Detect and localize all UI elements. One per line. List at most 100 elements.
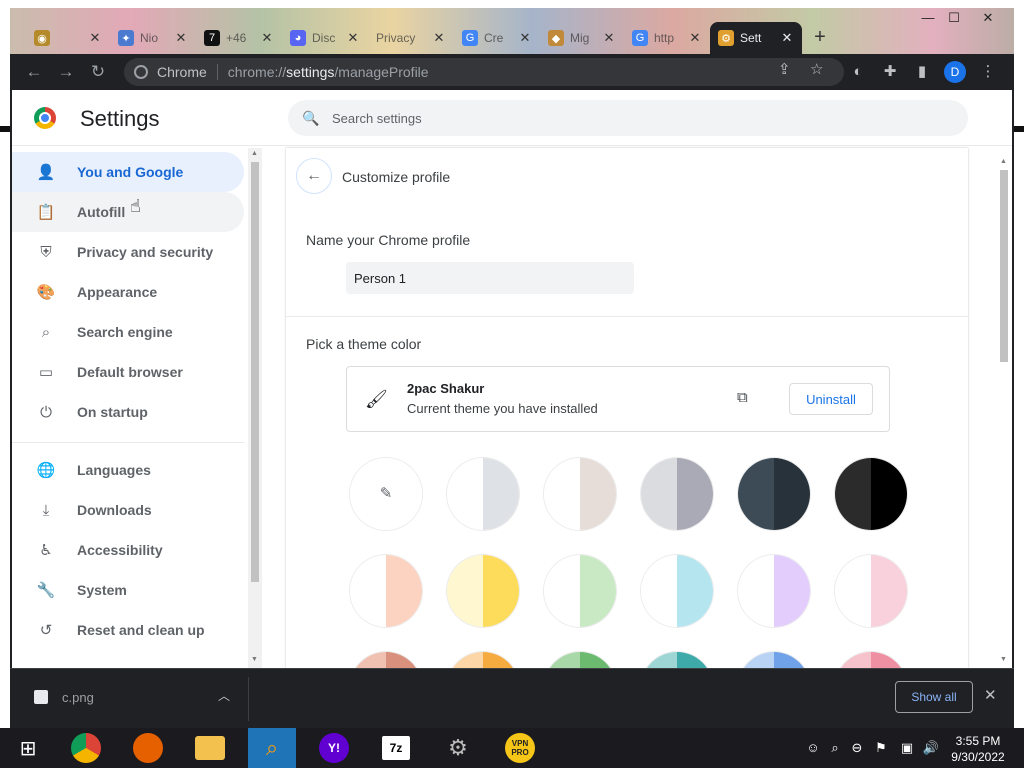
puzzle-extensions-icon[interactable]: ✚ xyxy=(880,62,900,82)
tab-settings-active[interactable]: ⚙ Sett ✕ xyxy=(710,22,802,54)
theme-color-swatch[interactable] xyxy=(447,652,519,668)
kebab-menu-icon[interactable]: ⋮ xyxy=(978,62,998,82)
sidebar-item-on-startup[interactable]: ⏻ On startup xyxy=(12,392,244,432)
theme-color-swatch[interactable] xyxy=(835,555,907,627)
scrollbar-thumb[interactable] xyxy=(251,162,259,582)
sidebar-item-autofill[interactable]: 📋 Autofill xyxy=(12,192,244,232)
close-tab-icon[interactable]: ✕ xyxy=(88,30,102,46)
forward-arrow-icon[interactable]: → xyxy=(54,60,78,84)
close-tab-icon[interactable]: ✕ xyxy=(518,30,532,46)
tab-4[interactable]: ◕ Disc ✕ xyxy=(282,22,368,54)
scroll-down-arrow-icon[interactable]: ▼ xyxy=(1000,656,1007,663)
uninstall-button[interactable]: Uninstall xyxy=(789,383,873,415)
taskbar-firefox[interactable] xyxy=(124,728,172,768)
theme-color-swatch[interactable] xyxy=(835,458,907,530)
close-icon[interactable]: ✕ xyxy=(984,686,997,704)
theme-color-swatch[interactable] xyxy=(447,458,519,530)
power-icon: ⏻ xyxy=(40,403,52,421)
open-in-new-icon[interactable]: ⧉ xyxy=(737,389,748,406)
close-tab-icon[interactable]: ✕ xyxy=(780,30,794,46)
tab-2[interactable]: ✦ Nio ✕ xyxy=(110,22,196,54)
theme-color-swatch[interactable] xyxy=(350,652,422,668)
close-window-icon[interactable]: ✕ xyxy=(976,10,1000,28)
scroll-up-arrow-icon[interactable]: ▲ xyxy=(1000,158,1007,165)
theme-color-swatch[interactable] xyxy=(738,458,810,530)
sidebar-item-you-and-google[interactable]: 👤 You and Google xyxy=(12,152,244,192)
tab-5[interactable]: Privacy ✕ xyxy=(368,22,454,54)
scrollbar-thumb[interactable] xyxy=(1000,170,1008,362)
sidebar-item-languages[interactable]: 🌐 Languages xyxy=(12,450,244,490)
sidebar-item-reset[interactable]: ↺ Reset and clean up xyxy=(12,610,244,650)
address-bar[interactable]: Chrome chrome://settings/manageProfile xyxy=(124,58,844,86)
theme-color-swatch[interactable] xyxy=(447,555,519,627)
minimize-icon[interactable]: — xyxy=(916,10,940,28)
tab-8[interactable]: G http ✕ xyxy=(624,22,710,54)
sidebar-item-default-browser[interactable]: ▭ Default browser xyxy=(12,352,244,392)
theme-color-swatch[interactable] xyxy=(544,458,616,530)
sidebar-item-downloads[interactable]: ⤓ Downloads xyxy=(12,490,244,530)
taskbar-yahoo-messenger[interactable]: Y! xyxy=(310,728,358,768)
taskbar-chrome[interactable] xyxy=(62,728,110,768)
taskbar-file-explorer[interactable] xyxy=(186,728,234,768)
taskbar-clock[interactable]: 3:55 PM 9/30/2022 xyxy=(946,733,1010,765)
search-tray-icon[interactable]: ⌕ xyxy=(826,740,844,756)
download-file-name[interactable]: c.png xyxy=(62,690,94,705)
sidebar-item-accessibility[interactable]: ♿ Accessibility xyxy=(12,530,244,570)
tab-1[interactable]: ◉ ✕ xyxy=(26,22,110,54)
close-tab-icon[interactable]: ✕ xyxy=(346,30,360,46)
tab-3[interactable]: 7 +46 ✕ xyxy=(196,22,282,54)
theme-color-swatch[interactable] xyxy=(738,555,810,627)
back-arrow-icon[interactable]: ← xyxy=(22,60,46,84)
start-button[interactable]: ⊞ xyxy=(4,728,52,768)
side-panel-icon[interactable]: ▮ xyxy=(912,62,932,82)
maximize-icon[interactable]: ☐ xyxy=(942,10,966,28)
back-arrow-icon[interactable]: ← xyxy=(296,158,332,194)
tab-6[interactable]: G Cre ✕ xyxy=(454,22,540,54)
profile-avatar[interactable]: D xyxy=(944,61,966,83)
theme-color-swatch[interactable] xyxy=(641,652,713,668)
scroll-up-arrow-icon[interactable]: ▲ xyxy=(251,150,258,157)
show-all-button[interactable]: Show all xyxy=(895,681,973,713)
close-tab-icon[interactable]: ✕ xyxy=(260,30,274,46)
emoji-tray-icon[interactable]: ☺ xyxy=(804,740,822,756)
sidebar-item-privacy[interactable]: ⛨ Privacy and security xyxy=(12,232,244,272)
theme-color-swatch[interactable] xyxy=(544,652,616,668)
theme-color-swatch[interactable] xyxy=(350,555,422,627)
chevron-up-icon[interactable]: ︿ xyxy=(218,687,230,704)
theme-color-swatch[interactable] xyxy=(738,652,810,668)
taskbar-search-tool[interactable]: ⌕ xyxy=(248,728,296,768)
sidebar-item-search-engine[interactable]: ⌕ Search engine xyxy=(12,312,244,352)
custom-color-swatch[interactable]: ✎ xyxy=(350,458,422,530)
search-input[interactable] xyxy=(332,110,932,126)
profile-name-input[interactable] xyxy=(346,262,634,294)
theme-color-swatch[interactable] xyxy=(544,555,616,627)
network-tray-icon[interactable]: ▣ xyxy=(898,740,916,756)
close-tab-icon[interactable]: ✕ xyxy=(602,30,616,46)
sidebar-item-system[interactable]: 🔧 System xyxy=(12,570,244,610)
scroll-down-arrow-icon[interactable]: ▼ xyxy=(251,656,258,663)
new-tab-button[interactable]: + xyxy=(808,26,832,49)
minus-tray-icon[interactable]: ⊖ xyxy=(848,740,866,756)
close-tab-icon[interactable]: ✕ xyxy=(688,30,702,46)
sidebar-item-appearance[interactable]: 🎨 Appearance xyxy=(12,272,244,312)
close-tab-icon[interactable]: ✕ xyxy=(174,30,188,46)
taskbar-settings-gear[interactable]: ⚙ xyxy=(434,728,482,768)
share-icon[interactable]: ⇪ xyxy=(778,60,791,78)
close-tab-icon[interactable]: ✕ xyxy=(432,30,446,46)
sidebar-item-label: Accessibility xyxy=(77,542,163,558)
sidebar-scrollbar[interactable]: ▲ ▼ xyxy=(248,148,262,668)
theme-color-swatch[interactable] xyxy=(641,555,713,627)
taskbar-7zip[interactable]: 7z xyxy=(372,728,420,768)
search-settings-box[interactable]: 🔍 xyxy=(288,100,968,136)
main-scrollbar[interactable]: ▲ ▼ xyxy=(998,156,1010,668)
volume-icon[interactable]: 🔊 xyxy=(922,740,940,756)
flag-tray-icon[interactable]: ⚑ xyxy=(872,740,890,756)
taskbar-vpn-pro[interactable]: VPN PRO xyxy=(496,728,544,768)
theme-color-swatch[interactable] xyxy=(641,458,713,530)
reload-icon[interactable]: ↻ xyxy=(86,60,110,84)
bookmark-star-icon[interactable]: ☆ xyxy=(810,60,823,78)
theme-color-swatch[interactable] xyxy=(835,652,907,668)
flag-extension-icon[interactable]: ◐ xyxy=(848,62,868,82)
tab-7[interactable]: ◆ Mig ✕ xyxy=(540,22,624,54)
swatch-left-half xyxy=(447,652,483,668)
